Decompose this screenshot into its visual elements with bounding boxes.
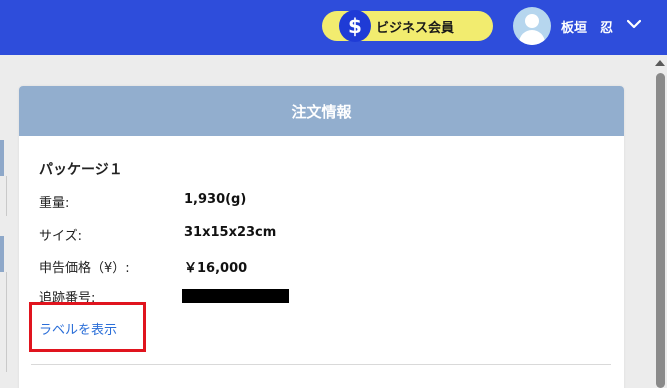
left-divider [6, 176, 7, 216]
left-divider [6, 272, 7, 372]
declared-price-value: ￥16,000 [184, 261, 248, 276]
avatar-head [525, 14, 539, 28]
left-tab-marker [0, 140, 4, 176]
avatar-body [519, 30, 545, 45]
user-name[interactable]: 板垣 忍 [561, 17, 613, 36]
dollar-icon: $ [339, 10, 371, 42]
business-member-badge[interactable]: $ ビジネス会員 [322, 10, 493, 42]
declared-price-label: 申告価格（¥）: [39, 261, 130, 276]
tracking-number-redacted [182, 289, 289, 303]
panel-title: 注文情報 [291, 103, 352, 121]
order-info-panel: 注文情報 パッケージ１ 重量: 1,930(g) サイズ: 31x15x23cm… [19, 86, 624, 388]
badge-label: ビジネス会員 [376, 21, 455, 36]
top-navigation-bar: $ ビジネス会員 板垣 忍 [0, 0, 667, 55]
package-title: パッケージ１ [39, 162, 123, 178]
weight-value: 1,930(g) [184, 192, 247, 207]
size-label: サイズ: [39, 229, 82, 244]
user-avatar-icon[interactable] [513, 7, 551, 45]
left-tab-marker [0, 236, 4, 272]
left-content-edge [0, 55, 18, 388]
weight-label: 重量: [39, 196, 70, 211]
panel-header: 注文情報 [19, 86, 624, 136]
scroll-up-icon[interactable] [655, 60, 665, 66]
chevron-down-icon[interactable] [627, 19, 641, 29]
scrollbar-thumb[interactable] [656, 73, 665, 388]
section-divider [31, 364, 611, 365]
size-value: 31x15x23cm [184, 225, 277, 240]
show-label-link[interactable]: ラベルを表示 [39, 319, 117, 338]
